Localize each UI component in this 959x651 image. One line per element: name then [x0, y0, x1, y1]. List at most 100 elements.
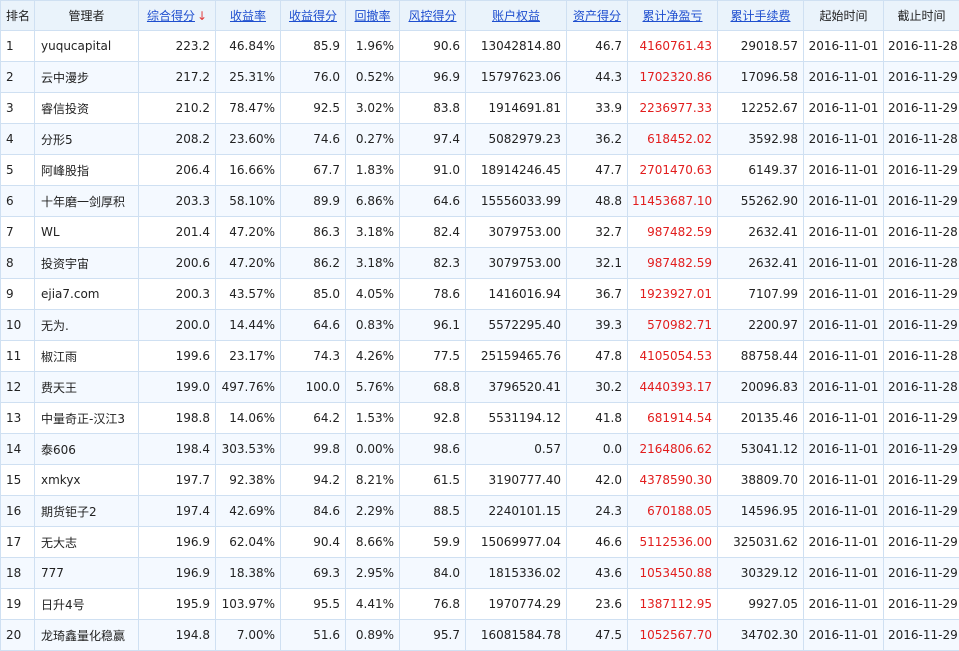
- cell-drawdown: 4.05%: [346, 279, 400, 310]
- cell-return-rate: 42.69%: [216, 496, 281, 527]
- cell-return-score: 76.0: [281, 62, 346, 93]
- cell-drawdown: 1.83%: [346, 155, 400, 186]
- cell-return-score: 86.3: [281, 217, 346, 248]
- cell-risk-score: 76.8: [400, 589, 466, 620]
- cell-start-time: 2016-11-01: [804, 279, 884, 310]
- cell-composite-score: 199.0: [139, 372, 216, 403]
- cell-drawdown: 8.21%: [346, 465, 400, 496]
- sort-risk-score[interactable]: 风控得分: [400, 1, 466, 31]
- cell-composite-score: 210.2: [139, 93, 216, 124]
- cell-start-time: 2016-11-01: [804, 155, 884, 186]
- cell-risk-score: 82.4: [400, 217, 466, 248]
- table-row: 2云中漫步217.225.31%76.00.52%96.915797623.06…: [1, 62, 959, 93]
- cell-start-time: 2016-11-01: [804, 217, 884, 248]
- sort-composite-score[interactable]: 综合得分↓: [139, 1, 216, 31]
- sort-cum-profit-label[interactable]: 累计净盈亏: [642, 9, 702, 23]
- cell-equity: 1914691.81: [466, 93, 567, 124]
- sort-drawdown[interactable]: 回撤率: [346, 1, 400, 31]
- cell-asset-score: 36.7: [567, 279, 628, 310]
- cell-rank: 15: [1, 465, 35, 496]
- sort-return-score[interactable]: 收益得分: [281, 1, 346, 31]
- cell-return-score: 85.0: [281, 279, 346, 310]
- table-row: 19日升4号195.9103.97%95.54.41%76.81970774.2…: [1, 589, 959, 620]
- cell-equity: 5531194.12: [466, 403, 567, 434]
- cell-rank: 8: [1, 248, 35, 279]
- sort-equity-label[interactable]: 账户权益: [492, 9, 540, 23]
- cell-rank: 19: [1, 589, 35, 620]
- cell-manager: 椒江雨: [35, 341, 139, 372]
- sort-drawdown-label[interactable]: 回撤率: [354, 9, 390, 23]
- col-header-rank: 排名: [1, 1, 35, 31]
- table-row: 5阿峰股指206.416.66%67.71.83%91.018914246.45…: [1, 155, 959, 186]
- cell-cum-profit: 2164806.62: [628, 434, 718, 465]
- cell-end-time: 2016-11-28: [884, 248, 959, 279]
- sort-cum-fee[interactable]: 累计手续费: [718, 1, 804, 31]
- sort-return-rate-label[interactable]: 收益率: [230, 9, 266, 23]
- cell-end-time: 2016-11-28: [884, 372, 959, 403]
- cell-asset-score: 42.0: [567, 465, 628, 496]
- table-row: 18777196.918.38%69.32.95%84.01815336.024…: [1, 558, 959, 589]
- cell-return-rate: 103.97%: [216, 589, 281, 620]
- cell-drawdown: 0.27%: [346, 124, 400, 155]
- cell-cum-profit: 1387112.95: [628, 589, 718, 620]
- cell-manager: 阿峰股指: [35, 155, 139, 186]
- cell-cum-profit: 570982.71: [628, 310, 718, 341]
- cell-risk-score: 59.9: [400, 527, 466, 558]
- cell-cum-fee: 20135.46: [718, 403, 804, 434]
- table-row: 3睿信投资210.278.47%92.53.02%83.81914691.813…: [1, 93, 959, 124]
- cell-manager: 期货钜子2: [35, 496, 139, 527]
- cell-return-score: 89.9: [281, 186, 346, 217]
- sort-composite-score-label[interactable]: 综合得分: [147, 9, 195, 23]
- sort-return-score-label[interactable]: 收益得分: [289, 9, 337, 23]
- cell-start-time: 2016-11-01: [804, 372, 884, 403]
- cell-end-time: 2016-11-28: [884, 124, 959, 155]
- sort-return-rate[interactable]: 收益率: [216, 1, 281, 31]
- cell-end-time: 2016-11-28: [884, 341, 959, 372]
- cell-cum-fee: 325031.62: [718, 527, 804, 558]
- cell-end-time: 2016-11-29: [884, 403, 959, 434]
- cell-composite-score: 196.9: [139, 558, 216, 589]
- cell-asset-score: 23.6: [567, 589, 628, 620]
- cell-risk-score: 92.8: [400, 403, 466, 434]
- cell-composite-score: 199.6: [139, 341, 216, 372]
- cell-return-score: 64.6: [281, 310, 346, 341]
- sort-cum-profit[interactable]: 累计净盈亏: [628, 1, 718, 31]
- cell-manager: 777: [35, 558, 139, 589]
- cell-return-rate: 92.38%: [216, 465, 281, 496]
- cell-cum-profit: 1923927.01: [628, 279, 718, 310]
- sort-risk-score-label[interactable]: 风控得分: [408, 9, 456, 23]
- cell-end-time: 2016-11-29: [884, 62, 959, 93]
- table-row: 12费天王199.0497.76%100.05.76%68.83796520.4…: [1, 372, 959, 403]
- col-header-rank-label: 排名: [6, 9, 30, 23]
- cell-cum-fee: 2632.41: [718, 248, 804, 279]
- cell-composite-score: 197.7: [139, 465, 216, 496]
- cell-return-rate: 16.66%: [216, 155, 281, 186]
- cell-equity: 15556033.99: [466, 186, 567, 217]
- cell-rank: 17: [1, 527, 35, 558]
- cell-composite-score: 196.9: [139, 527, 216, 558]
- cell-return-score: 85.9: [281, 31, 346, 62]
- cell-return-rate: 46.84%: [216, 31, 281, 62]
- table-row: 16期货钜子2197.442.69%84.62.29%88.52240101.1…: [1, 496, 959, 527]
- sort-cum-fee-label[interactable]: 累计手续费: [730, 9, 790, 23]
- cell-return-rate: 23.17%: [216, 341, 281, 372]
- cell-rank: 14: [1, 434, 35, 465]
- cell-return-rate: 47.20%: [216, 217, 281, 248]
- cell-return-score: 84.6: [281, 496, 346, 527]
- sort-equity[interactable]: 账户权益: [466, 1, 567, 31]
- cell-end-time: 2016-11-29: [884, 93, 959, 124]
- table-row: 10无为.200.014.44%64.60.83%96.15572295.403…: [1, 310, 959, 341]
- cell-cum-fee: 12252.67: [718, 93, 804, 124]
- sort-asset-score-label[interactable]: 资产得分: [573, 9, 621, 23]
- cell-asset-score: 43.6: [567, 558, 628, 589]
- cell-equity: 3079753.00: [466, 248, 567, 279]
- table-row: 15xmkyx197.792.38%94.28.21%61.53190777.4…: [1, 465, 959, 496]
- cell-return-rate: 78.47%: [216, 93, 281, 124]
- cell-manager: 投资宇宙: [35, 248, 139, 279]
- cell-return-rate: 47.20%: [216, 248, 281, 279]
- cell-cum-profit: 681914.54: [628, 403, 718, 434]
- cell-rank: 13: [1, 403, 35, 434]
- sort-asset-score[interactable]: 资产得分: [567, 1, 628, 31]
- cell-return-rate: 43.57%: [216, 279, 281, 310]
- cell-manager: ejia7.com: [35, 279, 139, 310]
